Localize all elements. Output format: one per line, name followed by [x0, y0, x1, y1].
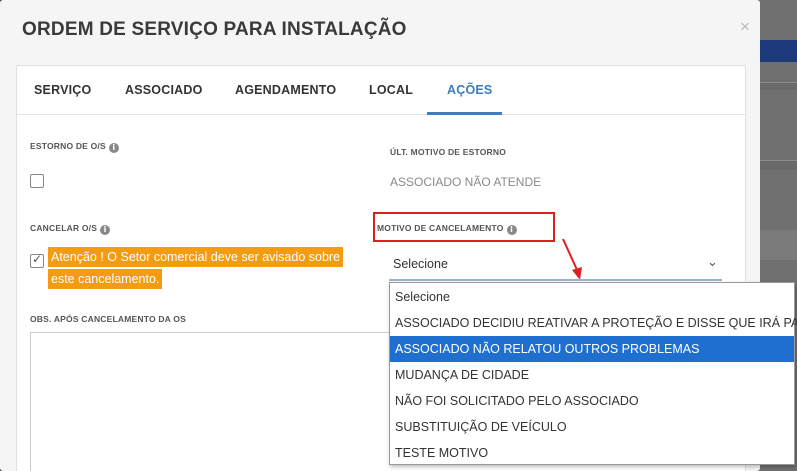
- dropdown-option[interactable]: NÃO FOI SOLICITADO PELO ASSOCIADO: [390, 388, 794, 414]
- dropdown-option[interactable]: SUBSTITUIÇÃO DE VEÍCULO: [390, 414, 794, 440]
- modal-title: ORDEM DE SERVIÇO PARA INSTALAÇÃO: [22, 19, 407, 40]
- tab-servico[interactable]: SERVIÇO: [34, 83, 91, 97]
- background-header-bar: [758, 40, 797, 62]
- motivo-label-text: MOTIVO DE CANCELAMENTO: [377, 223, 504, 233]
- tab-local[interactable]: LOCAL: [369, 83, 413, 97]
- background-row: [758, 230, 797, 260]
- cancel-warning: Atenção ! O Setor comercial deve ser avi…: [48, 247, 346, 289]
- motivo-dropdown-list: Selecione ASSOCIADO DECIDIU REATIVAR A P…: [389, 282, 797, 466]
- tab-associado[interactable]: ASSOCIADO: [125, 83, 203, 97]
- ult-motivo-label: ÚLT. MOTIVO DE ESTORNO: [390, 147, 507, 157]
- info-icon[interactable]: i: [100, 225, 111, 235]
- dropdown-option[interactable]: MUDANÇA DE CIDADE: [390, 362, 794, 388]
- info-icon[interactable]: i: [506, 225, 517, 235]
- select-underline: [389, 279, 722, 281]
- motivo-label: MOTIVO DE CANCELAMENTO i: [377, 223, 517, 235]
- background-row: [758, 160, 797, 170]
- estorno-checkbox[interactable]: [30, 174, 44, 188]
- warning-line-1: Atenção ! O Setor comercial deve ser avi…: [48, 247, 344, 267]
- motivo-selected-value: Selecione: [393, 257, 448, 271]
- obs-textarea[interactable]: [30, 332, 390, 471]
- dropdown-option[interactable]: TESTE MOTIVO: [390, 440, 794, 466]
- cancelar-checkbox[interactable]: ✓: [30, 252, 44, 268]
- dropdown-option[interactable]: ASSOCIADO DECIDIU REATIVAR A PROTEÇÃO E …: [390, 310, 797, 336]
- motivo-select[interactable]: Selecione ⌄: [389, 252, 722, 280]
- tab-bar: SERVIÇO ASSOCIADO AGENDAMENTO LOCAL AÇÕE…: [17, 66, 745, 115]
- chevron-down-icon: ⌄: [707, 255, 718, 270]
- tab-acoes[interactable]: AÇÕES: [447, 83, 492, 97]
- tab-agendamento[interactable]: AGENDAMENTO: [235, 83, 336, 97]
- info-icon[interactable]: i: [108, 143, 119, 153]
- close-icon[interactable]: ×: [740, 17, 750, 37]
- estorno-label-text: ESTORNO DE O/S: [30, 141, 106, 151]
- estorno-label: ESTORNO DE O/S i: [30, 141, 119, 153]
- warning-line-2: este cancelamento.: [48, 269, 163, 289]
- background-row: [758, 82, 797, 90]
- obs-label: OBS. APÓS CANCELAMENTO DA OS: [30, 314, 186, 324]
- active-tab-indicator: [427, 112, 502, 115]
- cancelar-label-text: CANCELAR O/S: [30, 223, 98, 233]
- dropdown-option[interactable]: Selecione: [390, 284, 794, 310]
- ult-motivo-value: ASSOCIADO NÃO ATENDE: [390, 175, 542, 189]
- dropdown-option-highlighted[interactable]: ASSOCIADO NÃO RELATOU OUTROS PROBLEMAS: [390, 336, 794, 362]
- check-icon: ✓: [32, 252, 43, 266]
- cancelar-label: CANCELAR O/S i: [30, 223, 111, 235]
